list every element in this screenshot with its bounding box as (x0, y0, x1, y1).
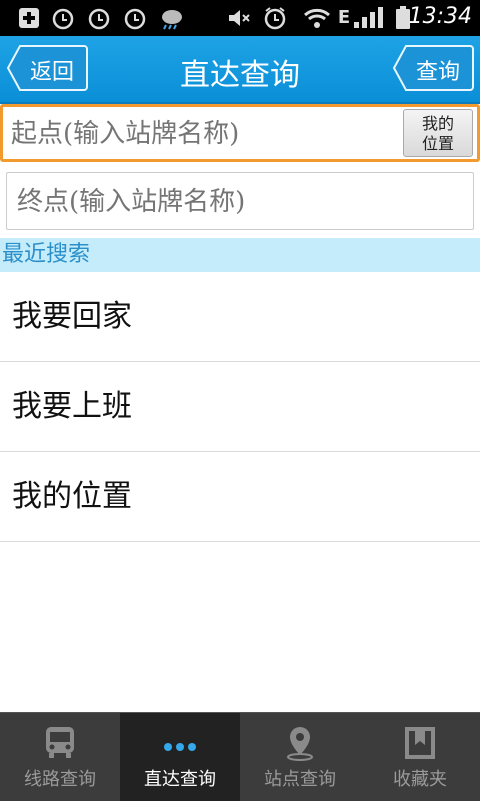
bus-icon (40, 725, 80, 761)
wifi-icon (302, 6, 332, 30)
query-label: 查询 (416, 60, 461, 85)
tab-label: 收藏夹 (393, 769, 447, 790)
title-bar: 返回 直达查询 查询 (0, 36, 480, 104)
tab-favorites[interactable]: 收藏夹 (360, 713, 480, 801)
list-item[interactable]: 我要上班 (0, 362, 480, 452)
mute-icon (226, 6, 252, 30)
start-input[interactable] (9, 111, 403, 157)
bookmark-icon (400, 725, 440, 761)
tab-stop-query[interactable]: 站点查询 (240, 713, 360, 801)
alarm-icon (86, 6, 112, 30)
list-item[interactable]: 我要回家 (0, 272, 480, 362)
recent-searches-list: 我要回家 我要上班 我的位置 (0, 272, 480, 542)
tab-direct-query[interactable]: 直达查询 (120, 713, 240, 801)
tab-route-query[interactable]: 线路查询 (0, 713, 120, 801)
start-field-container: 我的 位置 (0, 104, 480, 162)
my-location-label-line2: 位置 (421, 134, 454, 153)
alarm-clock-icon (262, 6, 288, 30)
end-field-container (6, 172, 474, 230)
signal-icon (352, 6, 388, 30)
recent-searches-header: 最近搜索 (0, 238, 480, 272)
bottom-tab-bar: 线路查询 直达查询 站点查询 收藏夹 (0, 712, 480, 801)
network-type: E (337, 7, 351, 28)
tab-label: 站点查询 (264, 769, 336, 790)
query-button[interactable]: 查询 (392, 44, 474, 92)
status-bar: E 13:34 (0, 0, 480, 36)
end-input[interactable] (15, 179, 459, 225)
dots-icon (160, 725, 200, 761)
location-pin-icon (280, 725, 320, 761)
alarm-icon (50, 6, 76, 30)
tab-label: 直达查询 (144, 769, 216, 790)
weather-icon (158, 6, 184, 30)
my-location-button[interactable]: 我的 位置 (403, 109, 473, 157)
tab-label: 线路查询 (24, 769, 96, 790)
my-location-label-line1: 我的 (421, 114, 454, 133)
list-item[interactable]: 我的位置 (0, 452, 480, 542)
alarm-icon (122, 6, 148, 30)
add-notification-icon (16, 6, 42, 30)
clock: 13:34 (408, 4, 472, 29)
